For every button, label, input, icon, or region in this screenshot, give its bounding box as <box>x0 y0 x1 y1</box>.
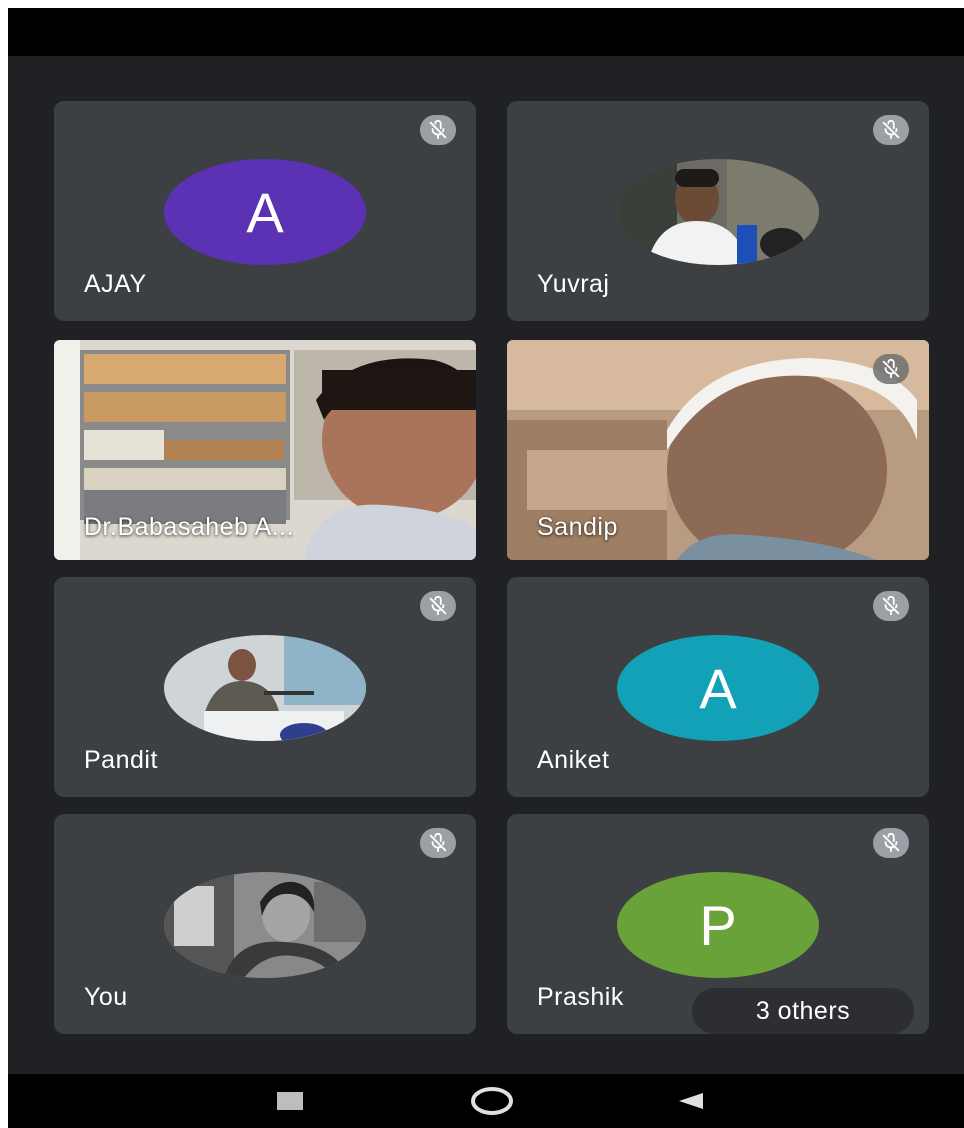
participant-tile-yuvraj[interactable]: Yuvraj <box>507 101 929 321</box>
meeting-screen: A AJAY Yuvraj Dr.Babasaheb A... Sandip P… <box>8 8 964 1128</box>
profile-photo <box>164 872 366 978</box>
status-bar <box>8 8 964 56</box>
mic-off-icon <box>420 115 456 145</box>
participant-tile-ajay[interactable]: A AJAY <box>54 101 476 321</box>
participant-name: Sandip <box>537 513 618 541</box>
participant-tile-video-sandip[interactable]: Sandip <box>507 340 929 560</box>
profile-photo <box>164 635 366 741</box>
others-badge[interactable]: 3 others <box>692 988 914 1034</box>
avatar-initial: P <box>617 872 819 978</box>
profile-photo <box>617 159 819 265</box>
avatar-initial: A <box>617 635 819 741</box>
mic-off-icon <box>873 354 909 384</box>
mic-off-icon <box>420 828 456 858</box>
participant-name: Pandit <box>84 746 158 774</box>
mic-off-icon <box>873 828 909 858</box>
mic-off-icon <box>420 591 456 621</box>
triangle-back-icon[interactable] <box>660 1074 720 1128</box>
mic-off-icon <box>873 591 909 621</box>
participant-name: AJAY <box>84 270 147 298</box>
participant-name: Aniket <box>537 746 610 774</box>
circle-icon[interactable] <box>462 1074 522 1128</box>
avatar-initial: A <box>164 159 366 265</box>
participant-name: You <box>84 983 128 1011</box>
participant-name: Dr.Babasaheb A... <box>84 513 295 541</box>
mic-off-icon <box>873 115 909 145</box>
participant-tile-you[interactable]: You <box>54 814 476 1034</box>
participant-name: Prashik <box>537 983 624 1011</box>
participant-tile-aniket[interactable]: A Aniket <box>507 577 929 797</box>
participant-name: Yuvraj <box>537 270 610 298</box>
participant-tile-video-speaker[interactable]: Dr.Babasaheb A... <box>54 340 476 560</box>
square-icon[interactable] <box>260 1074 320 1128</box>
participant-tile-pandit[interactable]: Pandit <box>54 577 476 797</box>
navigation-bar <box>8 1074 964 1128</box>
